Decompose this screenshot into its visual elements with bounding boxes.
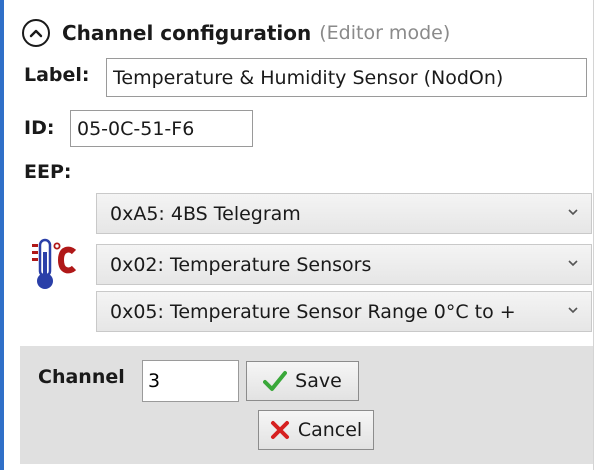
- eep-label: EEP:: [24, 161, 72, 183]
- checkmark-icon: [263, 371, 288, 391]
- cancel-button-label: Cancel: [297, 419, 363, 441]
- save-button-label: Save: [295, 370, 342, 392]
- channel-input[interactable]: [142, 360, 239, 402]
- panel-header: Channel configuration (Editor mode): [22, 16, 450, 50]
- close-icon: [270, 421, 289, 439]
- eep-type-dropdown[interactable]: 0x05: Temperature Sensor Range 0°C to +: [96, 291, 592, 332]
- panel-right-border: [593, 0, 594, 470]
- chevron-down-icon: [568, 260, 578, 267]
- thermometer-celsius-icon: [30, 238, 82, 292]
- collapse-button[interactable]: [22, 19, 50, 47]
- eep-type-value: 0x05: Temperature Sensor Range 0°C to +: [110, 300, 516, 323]
- id-input[interactable]: [70, 110, 253, 147]
- label-field-label: Label:: [24, 64, 90, 86]
- channel-configuration-panel: Channel configuration (Editor mode) Labe…: [0, 0, 599, 470]
- eep-func-value: 0x02: Temperature Sensors: [110, 253, 372, 276]
- left-accent-bar: [0, 0, 4, 470]
- channel-label: Channel: [38, 366, 125, 388]
- chevron-down-icon: [568, 307, 578, 314]
- chevron-up-icon: [29, 29, 43, 38]
- eep-func-dropdown[interactable]: 0x02: Temperature Sensors: [96, 244, 592, 285]
- cancel-button[interactable]: Cancel: [258, 410, 374, 450]
- eep-rorg-value: 0xA5: 4BS Telegram: [110, 202, 301, 225]
- label-input[interactable]: [106, 58, 587, 97]
- chevron-down-icon: [568, 209, 578, 216]
- panel-title: Channel configuration: [62, 21, 312, 45]
- save-button[interactable]: Save: [246, 361, 359, 401]
- panel-subtitle: (Editor mode): [319, 22, 451, 44]
- id-field-label: ID:: [24, 117, 55, 139]
- eep-rorg-dropdown[interactable]: 0xA5: 4BS Telegram: [96, 193, 592, 234]
